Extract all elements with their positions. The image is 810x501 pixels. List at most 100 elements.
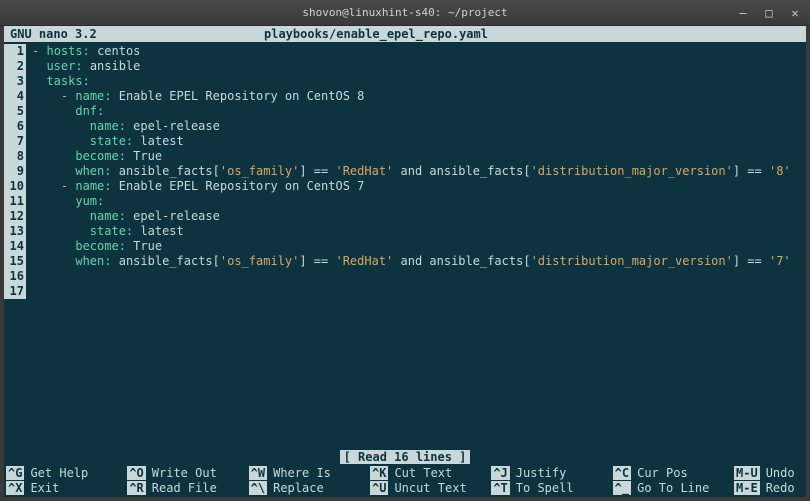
editor-line[interactable]: 16 (4, 269, 806, 284)
help-shortcut: ^_ Go To Line (613, 480, 734, 495)
editor-line[interactable]: 11 yum: (4, 194, 806, 209)
shortcut-label: Where Is (273, 466, 331, 480)
shortcut-key: ^\ (249, 481, 267, 495)
help-shortcut: M-E Redo (734, 480, 804, 495)
line-number: 15 (4, 254, 26, 269)
close-button[interactable]: ✕ (786, 5, 804, 21)
line-content: become: True (32, 149, 162, 164)
terminal-area[interactable]: GNU nano 3.2 playbooks/enable_epel_repo.… (0, 26, 810, 501)
line-content: - hosts: centos (32, 44, 140, 59)
terminal-window: shovon@linuxhint-s40: ~/project – □ ✕ GN… (0, 0, 810, 501)
shortcut-key: M-E (734, 481, 760, 495)
line-content: become: True (32, 239, 162, 254)
shortcut-key: ^W (249, 466, 267, 480)
shortcut-label: Exit (30, 481, 59, 495)
line-content: when: ansible_facts['os_family'] == 'Red… (32, 254, 791, 269)
help-shortcut: ^T To Spell (491, 480, 612, 495)
line-number: 2 (4, 59, 26, 74)
shortcut-label: Go To Line (637, 481, 709, 495)
line-number: 10 (4, 179, 26, 194)
editor-line[interactable]: 3 tasks: (4, 74, 806, 89)
editor-line[interactable]: 6 name: epel-release (4, 119, 806, 134)
line-content: user: ansible (32, 59, 140, 74)
line-content: name: epel-release (32, 209, 220, 224)
line-content: name: epel-release (32, 119, 220, 134)
editor-line[interactable]: 7 state: latest (4, 134, 806, 149)
shortcut-key: ^U (370, 481, 388, 495)
shortcut-key: ^O (127, 466, 145, 480)
nano-filename: playbooks/enable_epel_repo.yaml (264, 27, 806, 41)
shortcut-key: ^T (491, 481, 509, 495)
shortcut-label: Get Help (30, 466, 88, 480)
line-number: 1 (4, 44, 26, 59)
line-number: 12 (4, 209, 26, 224)
nano-version: GNU nano 3.2 (4, 27, 264, 41)
titlebar: shovon@linuxhint-s40: ~/project – □ ✕ (0, 0, 810, 26)
editor-line[interactable]: 5 dnf: (4, 104, 806, 119)
shortcut-label: Redo (766, 481, 795, 495)
line-content: yum: (32, 194, 104, 209)
line-number: 3 (4, 74, 26, 89)
line-content: state: latest (32, 134, 184, 149)
help-shortcut: ^K Cut Text (370, 465, 491, 480)
shortcut-label: Undo (766, 466, 795, 480)
line-number: 8 (4, 149, 26, 164)
shortcut-key: ^J (491, 466, 509, 480)
line-number: 13 (4, 224, 26, 239)
line-number: 7 (4, 134, 26, 149)
line-number: 9 (4, 164, 26, 179)
shortcut-label: Cut Text (394, 466, 452, 480)
shortcut-key: ^R (127, 481, 145, 495)
help-shortcut: ^X Exit (6, 480, 127, 495)
editor-line[interactable]: 9 when: ansible_facts['os_family'] == 'R… (4, 164, 806, 179)
line-number: 4 (4, 89, 26, 104)
status-text: [ Read 16 lines ] (340, 450, 471, 464)
line-number: 5 (4, 104, 26, 119)
editor-line[interactable]: 10 - name: Enable EPEL Repository on Cen… (4, 179, 806, 194)
help-shortcut: ^C Cur Pos (613, 465, 734, 480)
editor-line[interactable]: 13 state: latest (4, 224, 806, 239)
editor-line[interactable]: 12 name: epel-release (4, 209, 806, 224)
line-number: 17 (4, 284, 26, 299)
shortcut-key: ^_ (613, 481, 631, 495)
help-shortcut: ^W Where Is (249, 465, 370, 480)
maximize-button[interactable]: □ (760, 5, 778, 21)
minimize-button[interactable]: – (734, 5, 752, 21)
editor-line[interactable]: 15 when: ansible_facts['os_family'] == '… (4, 254, 806, 269)
help-shortcut: ^\ Replace (249, 480, 370, 495)
line-content: when: ansible_facts['os_family'] == 'Red… (32, 164, 791, 179)
editor-line[interactable]: 8 become: True (4, 149, 806, 164)
editor-line[interactable]: 2 user: ansible (4, 59, 806, 74)
help-shortcut: ^GGet Help (6, 465, 127, 480)
line-content: tasks: (32, 74, 90, 89)
line-content: dnf: (32, 104, 104, 119)
help-shortcut: ^J Justify (491, 465, 612, 480)
shortcut-label: Read File (152, 481, 217, 495)
editor-content[interactable]: 1- hosts: centos2 user: ansible3 tasks:4… (4, 42, 806, 450)
help-shortcut: ^R Read File (127, 480, 248, 495)
line-number: 16 (4, 269, 26, 284)
line-content: - name: Enable EPEL Repository on CentOS… (32, 179, 364, 194)
shortcut-label: To Spell (516, 481, 574, 495)
nano-header: GNU nano 3.2 playbooks/enable_epel_repo.… (4, 26, 806, 42)
line-content: - name: Enable EPEL Repository on CentOS… (32, 89, 364, 104)
shortcut-label: Write Out (152, 466, 217, 480)
line-number: 14 (4, 239, 26, 254)
shortcut-key: ^C (613, 466, 631, 480)
editor-line[interactable]: 1 - hosts: centos (4, 44, 806, 59)
shortcut-label: Uncut Text (394, 481, 466, 495)
help-shortcut: M-U Undo (734, 465, 804, 480)
editor-line[interactable]: 4 - name: Enable EPEL Repository on Cent… (4, 89, 806, 104)
shortcut-label: Justify (516, 466, 567, 480)
window-controls: – □ ✕ (734, 5, 804, 21)
editor-line[interactable]: 17 (4, 284, 806, 299)
shortcut-label: Cur Pos (637, 466, 688, 480)
editor-line[interactable]: 14 become: True (4, 239, 806, 254)
shortcut-key: ^X (6, 481, 24, 495)
help-shortcut: ^U Uncut Text (370, 480, 491, 495)
line-content: state: latest (32, 224, 184, 239)
shortcut-label: Replace (273, 481, 324, 495)
nano-status: [ Read 16 lines ] (4, 450, 806, 465)
shortcut-key: M-U (734, 466, 760, 480)
shortcut-key: ^K (370, 466, 388, 480)
